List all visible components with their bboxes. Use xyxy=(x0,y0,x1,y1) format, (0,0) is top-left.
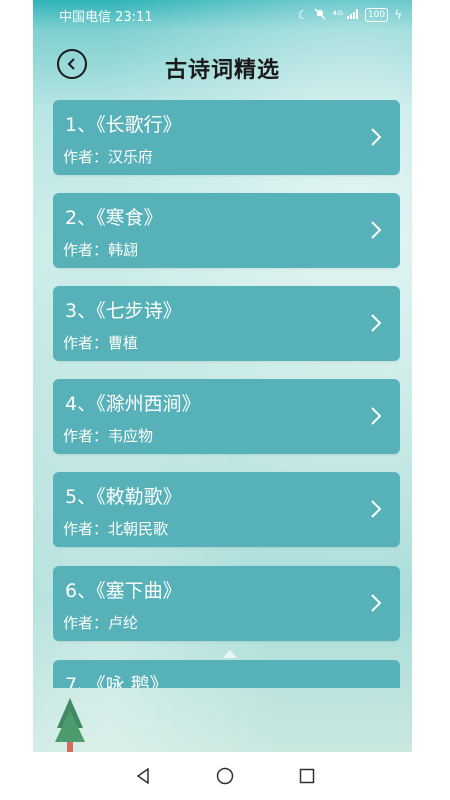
triangle-back-icon xyxy=(136,768,149,784)
system-back-button[interactable] xyxy=(133,766,153,786)
poem-title: 5、《敕勒歌》 xyxy=(65,486,182,508)
poem-author: 作者：卢纶 xyxy=(63,614,139,632)
poem-title: 2、《寒食》 xyxy=(65,207,163,229)
poem-card[interactable]: 6、《塞下曲》 作者：卢纶 xyxy=(53,566,400,641)
poem-title: 3、《七步诗》 xyxy=(65,300,182,322)
poem-author: 作者：韩翃 xyxy=(63,241,139,259)
chevron-right-icon xyxy=(371,221,382,239)
poem-card[interactable]: 3、《七步诗》 作者：曹植 xyxy=(53,286,400,361)
scroll-indicator xyxy=(223,650,237,658)
circle-home-icon xyxy=(216,767,234,785)
poem-card[interactable]: 4、《滁州西涧》 作者：韦应物 xyxy=(53,379,400,454)
poem-title: 6、《塞下曲》 xyxy=(65,580,182,602)
app-screen: 中国电信 23:11 ☾ ⁴ᴳ 100 ϟ 古诗词精选 1、《长歌行》 作者：汉… xyxy=(33,0,412,752)
phone-frame: 中国电信 23:11 ☾ ⁴ᴳ 100 ϟ 古诗词精选 1、《长歌行》 作者：汉… xyxy=(0,0,450,800)
poem-card[interactable]: 1、《长歌行》 作者：汉乐府 xyxy=(53,100,400,175)
poem-title: 4、《滁州西涧》 xyxy=(65,393,201,415)
chevron-right-icon xyxy=(371,407,382,425)
poem-author: 作者：汉乐府 xyxy=(63,148,154,166)
chevron-right-icon xyxy=(371,128,382,146)
signal-icon: ⁴ᴳ xyxy=(332,9,359,21)
poem-card[interactable]: 5、《敕勒歌》 作者：北朝民歌 xyxy=(53,472,400,547)
poem-author: 作者：曹植 xyxy=(63,334,139,352)
moon-icon: ☾ xyxy=(297,8,309,22)
poem-author: 作者：北朝民歌 xyxy=(63,520,169,538)
system-recents-button[interactable] xyxy=(297,766,317,786)
system-home-button[interactable] xyxy=(215,766,235,786)
system-nav-bar xyxy=(0,752,450,800)
charging-icon: ϟ xyxy=(394,8,402,22)
poem-list[interactable]: 1、《长歌行》 作者：汉乐府 2、《寒食》 作者：韩翃 3、《七步诗》 作者：曹… xyxy=(53,100,400,688)
status-bar: 中国电信 23:11 ☾ ⁴ᴳ 100 ϟ xyxy=(33,0,412,30)
status-icons: ☾ ⁴ᴳ 100 ϟ xyxy=(298,8,402,22)
chevron-right-icon xyxy=(371,500,382,518)
chevron-right-icon xyxy=(371,314,382,332)
chevron-right-icon xyxy=(371,594,382,612)
poem-card[interactable]: 7、《咏 鹅》 xyxy=(53,660,400,688)
bell-off-icon xyxy=(314,8,326,22)
battery-indicator: 100 xyxy=(364,8,389,22)
poem-card[interactable]: 2、《寒食》 作者：韩翃 xyxy=(53,193,400,268)
carrier-time: 中国电信 23:11 xyxy=(59,9,153,25)
network-type: ⁴ᴳ xyxy=(332,8,344,22)
poem-author: 作者：韦应物 xyxy=(63,427,154,445)
header: 古诗词精选 xyxy=(33,40,412,92)
square-recents-icon xyxy=(299,768,315,784)
page-title: 古诗词精选 xyxy=(164,58,280,83)
poem-title: 1、《长歌行》 xyxy=(65,114,182,136)
poem-title: 7、《咏 鹅》 xyxy=(65,674,169,688)
tree-decoration xyxy=(55,698,85,752)
